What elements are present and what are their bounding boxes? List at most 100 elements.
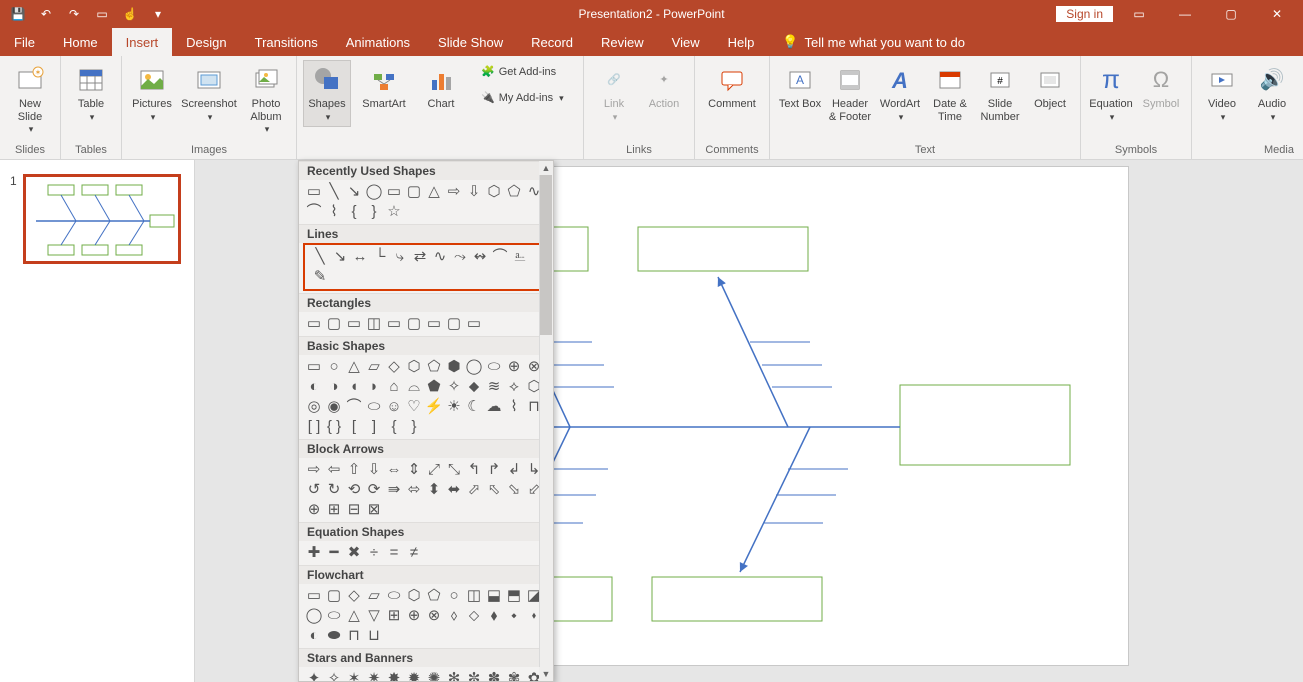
bs[interactable]: ⬠ — [425, 357, 443, 375]
shape-down-arrow[interactable]: ⇩ — [465, 182, 483, 200]
shape-textbox[interactable]: ▭ — [305, 182, 323, 200]
bs[interactable]: ▱ — [365, 357, 383, 375]
ba[interactable]: ↲ — [505, 460, 523, 478]
rect-1[interactable]: ▭ — [305, 314, 323, 332]
ba[interactable]: ⇔ — [385, 460, 403, 478]
tab-file[interactable]: File — [0, 28, 49, 56]
fc[interactable]: ⬠ — [425, 586, 443, 604]
ba[interactable]: ⬀ — [465, 480, 483, 498]
fc[interactable]: ⬡ — [405, 586, 423, 604]
tab-insert[interactable]: Insert — [112, 28, 173, 56]
wordart-button[interactable]: AWordArt — [876, 60, 924, 127]
rect-8[interactable]: ▢ — [445, 314, 463, 332]
fc[interactable]: ⬧ — [485, 606, 503, 624]
rect-4[interactable]: ◫ — [365, 314, 383, 332]
bs[interactable]: ○ — [325, 357, 343, 375]
bs[interactable]: [ — [345, 417, 363, 435]
shape-right-arrow[interactable]: ⇨ — [445, 182, 463, 200]
bs[interactable]: [ ] — [305, 417, 323, 435]
bs[interactable]: ⬡ — [405, 357, 423, 375]
ba[interactable]: ⇕ — [405, 460, 423, 478]
bs[interactable]: ◑ — [325, 377, 343, 395]
shape-roundrect[interactable]: ▢ — [405, 182, 423, 200]
fc[interactable]: ⬒ — [505, 586, 523, 604]
bone-top-right[interactable] — [718, 277, 788, 427]
bs[interactable]: { — [385, 417, 403, 435]
shapes-button[interactable]: Shapes — [303, 60, 351, 127]
st[interactable]: ✷ — [365, 669, 383, 682]
undo-icon[interactable]: ↶ — [34, 2, 58, 26]
fc[interactable]: ▱ — [365, 586, 383, 604]
bs[interactable]: ⊕ — [505, 357, 523, 375]
ba[interactable]: ⬂ — [505, 480, 523, 498]
fc[interactable]: ⊔ — [365, 626, 383, 644]
fc[interactable]: ◐ — [305, 626, 323, 644]
my-addins-button[interactable]: 🔌My Add-ins — [477, 90, 577, 105]
eq-neq[interactable]: ≠ — [405, 543, 423, 561]
bs[interactable]: ◎ — [305, 397, 323, 415]
cause-box-bottom-right[interactable] — [652, 577, 822, 621]
bs[interactable]: ⌂ — [385, 377, 403, 395]
bs[interactable]: ⚡ — [425, 397, 443, 415]
rect-6[interactable]: ▢ — [405, 314, 423, 332]
st[interactable]: ✧ — [325, 669, 343, 682]
ba[interactable]: ⬄ — [405, 480, 423, 498]
bs[interactable]: ☁ — [485, 397, 503, 415]
new-slide-button[interactable]: ✶ New Slide — [6, 60, 54, 140]
ba[interactable]: ⟳ — [365, 480, 383, 498]
minimize-icon[interactable]: — — [1165, 0, 1205, 28]
shape-rbrace[interactable]: } — [365, 202, 383, 220]
audio-button[interactable]: 🔊Audio — [1248, 60, 1296, 127]
tab-animations[interactable]: Animations — [332, 28, 424, 56]
tab-review[interactable]: Review — [587, 28, 658, 56]
ba[interactable]: ↺ — [305, 480, 323, 498]
ba[interactable]: ⇦ — [325, 460, 343, 478]
bs[interactable]: ▭ — [305, 357, 323, 375]
st[interactable]: ✦ — [305, 669, 323, 682]
ba[interactable]: ⊟ — [345, 500, 363, 518]
ba[interactable]: ↻ — [325, 480, 343, 498]
chart-button[interactable]: Chart — [417, 60, 465, 115]
start-from-beginning-icon[interactable]: ▭ — [90, 2, 114, 26]
bs[interactable]: △ — [345, 357, 363, 375]
bs[interactable]: ♡ — [405, 397, 423, 415]
rect-9[interactable]: ▭ — [465, 314, 483, 332]
smartart-button[interactable]: SmartArt — [353, 60, 415, 115]
bs[interactable]: ⌓ — [405, 377, 423, 395]
bs[interactable]: ☾ — [465, 397, 483, 415]
ribbon-display-icon[interactable]: ▭ — [1119, 0, 1159, 28]
header-footer-button[interactable]: Header & Footer — [826, 60, 874, 127]
effect-box[interactable] — [900, 385, 1070, 465]
st[interactable]: ✸ — [385, 669, 403, 682]
fc[interactable]: ▭ — [305, 586, 323, 604]
line-elbow-double[interactable]: ⇄ — [411, 247, 429, 265]
bs[interactable]: ☺ — [385, 397, 403, 415]
scroll-down-arrow[interactable]: ▼ — [539, 667, 553, 681]
eq-div[interactable]: ÷ — [365, 543, 383, 561]
sign-in-button[interactable]: Sign in — [1056, 6, 1113, 22]
fc[interactable]: ▽ — [365, 606, 383, 624]
fc[interactable]: ⊓ — [345, 626, 363, 644]
ba[interactable]: ⟲ — [345, 480, 363, 498]
st[interactable]: ✾ — [505, 669, 523, 682]
fc[interactable]: ⬩ — [505, 606, 523, 624]
fc[interactable]: ⊗ — [425, 606, 443, 624]
eq-eq[interactable]: = — [385, 543, 403, 561]
ba[interactable]: ⇧ — [345, 460, 363, 478]
line-straight[interactable]: ╲ — [311, 247, 329, 265]
fc[interactable]: ⬓ — [485, 586, 503, 604]
shape-arrow-line[interactable]: ↘ — [345, 182, 363, 200]
tell-me-search[interactable]: 💡 Tell me what you want to do — [768, 28, 965, 56]
rect-3[interactable]: ▭ — [345, 314, 363, 332]
bs[interactable]: ≋ — [485, 377, 503, 395]
shape-hexagon[interactable]: ⬡ — [485, 182, 503, 200]
ba[interactable]: ⊠ — [365, 500, 383, 518]
bs[interactable]: ◐ — [305, 377, 323, 395]
line-scribble[interactable]: ✎ — [311, 267, 329, 285]
equation-button[interactable]: πEquation — [1087, 60, 1135, 127]
fc[interactable]: ⬭ — [325, 606, 343, 624]
line-arrow[interactable]: ↘ — [331, 247, 349, 265]
fc[interactable]: ⬦ — [465, 606, 483, 624]
scrollbar-thumb[interactable] — [540, 175, 552, 335]
qat-more-icon[interactable]: ▾ — [146, 2, 170, 26]
